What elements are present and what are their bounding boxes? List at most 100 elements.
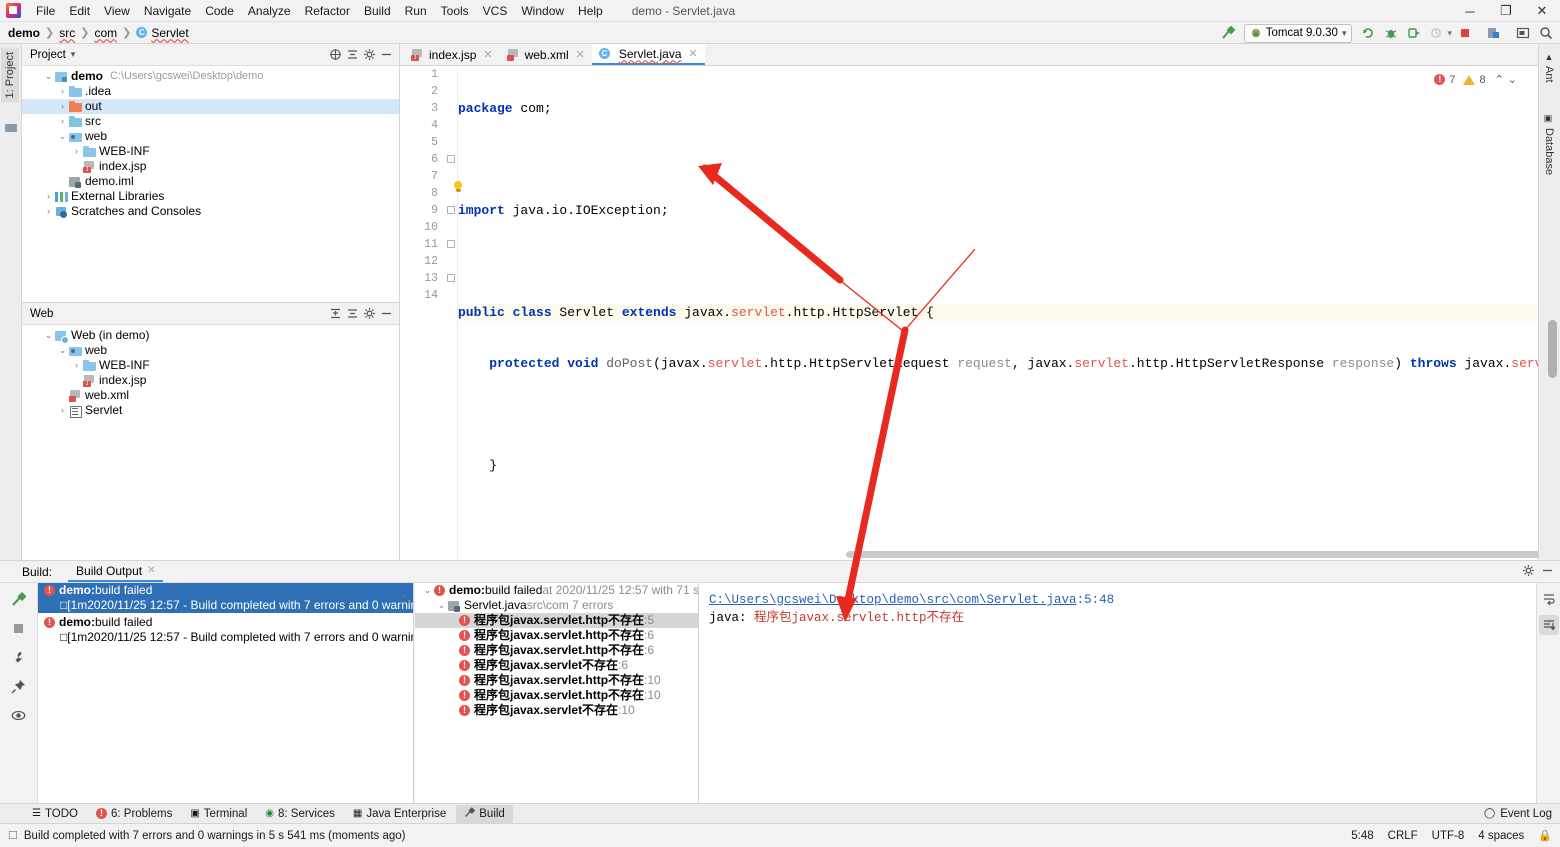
tab-index-jsp[interactable]: index.jsp ✕ bbox=[404, 44, 500, 65]
eye-icon[interactable] bbox=[9, 705, 29, 725]
build-tree-error[interactable]: ! 程序包javax.servlet.http不存在 :6 bbox=[415, 628, 698, 643]
bottom-tab-problems[interactable]: ! 6: Problems bbox=[88, 805, 180, 823]
build-tree-file[interactable]: ⌄ Servlet.java src\com 7 errors bbox=[415, 598, 698, 613]
menu-edit[interactable]: Edit bbox=[62, 1, 97, 21]
menu-refactor[interactable]: Refactor bbox=[298, 1, 357, 21]
menu-help[interactable]: Help bbox=[571, 1, 610, 21]
expand-icon[interactable] bbox=[327, 305, 344, 322]
fold-marker-icon[interactable] bbox=[447, 240, 455, 248]
expand-arrow-icon[interactable]: ⌄ bbox=[56, 343, 69, 358]
tree-node-external-libraries[interactable]: › External Libraries bbox=[22, 189, 399, 204]
chevron-down-icon[interactable]: ▾ bbox=[1447, 28, 1452, 39]
build-tree-error[interactable]: ! 程序包javax.servlet.http不存在 :10 bbox=[415, 673, 698, 688]
tree-node-web[interactable]: ⌄ web bbox=[22, 129, 399, 144]
bottom-tab-todo[interactable]: ☰ TODO bbox=[24, 805, 86, 823]
bottom-tab-java-enterprise[interactable]: ▦ Java Enterprise bbox=[345, 805, 454, 823]
collapse-entry-icon[interactable]: ⌄ bbox=[400, 588, 409, 601]
tree-node-demo[interactable]: ⌄ demo C:\Users\gcswei\Desktop\demo bbox=[22, 69, 399, 84]
collapse-all-icon[interactable] bbox=[344, 305, 361, 322]
build-detail-path-line[interactable]: C:\Users\gcswei\Desktop\demo\src\com\Ser… bbox=[709, 590, 1536, 609]
tab-servlet-java[interactable]: C Servlet.java ✕ bbox=[592, 44, 705, 65]
pin-icon[interactable] bbox=[9, 676, 29, 696]
tree-node-scratches[interactable]: › Scratches and Consoles bbox=[22, 204, 399, 219]
expand-arrow-icon[interactable]: › bbox=[70, 358, 83, 373]
tree-node-servlet[interactable]: › Servlet bbox=[22, 403, 399, 418]
caret-position[interactable]: 5:48 bbox=[1351, 830, 1373, 842]
locate-icon[interactable] bbox=[327, 46, 344, 63]
fold-marker-icon[interactable] bbox=[447, 155, 455, 163]
menu-code[interactable]: Code bbox=[198, 1, 241, 21]
expand-arrow-icon[interactable]: › bbox=[56, 84, 69, 99]
build-error-tree[interactable]: ⌄ ! demo: build failed at 2020/11/25 12:… bbox=[415, 583, 699, 814]
search-everywhere-icon[interactable] bbox=[1536, 23, 1556, 43]
menu-analyze[interactable]: Analyze bbox=[241, 1, 298, 21]
expand-arrow-icon[interactable]: › bbox=[56, 99, 69, 114]
build-entry-detail[interactable]: □[1m2020/11/25 12:57 - Build completed w… bbox=[38, 598, 413, 613]
rerun-icon[interactable] bbox=[1358, 23, 1378, 43]
settings-gear-icon[interactable] bbox=[361, 46, 378, 63]
build-tree-error[interactable]: ! 程序包javax.servlet.http不存在 :5 bbox=[415, 613, 698, 628]
menu-file[interactable]: File bbox=[29, 1, 62, 21]
fold-marker-icon[interactable] bbox=[447, 206, 455, 214]
chevron-down-icon[interactable]: ▾ bbox=[71, 49, 76, 60]
menu-view[interactable]: View bbox=[97, 1, 137, 21]
editor-horizontal-scrollbar[interactable] bbox=[846, 551, 1538, 558]
hide-icon[interactable] bbox=[378, 46, 395, 63]
build-output-list[interactable]: ! demo: build failed □[1m2020/11/25 12:5… bbox=[38, 583, 414, 814]
scroll-to-end-icon[interactable] bbox=[1539, 615, 1559, 635]
project-panel-title-group[interactable]: Project ▾ bbox=[30, 49, 327, 61]
tree-node-demoiml[interactable]: demo.iml bbox=[22, 174, 399, 189]
wrench-icon[interactable] bbox=[9, 647, 29, 667]
menu-window[interactable]: Window bbox=[514, 1, 571, 21]
file-path-link[interactable]: C:\Users\gcswei\Desktop\demo\src\com\Ser… bbox=[709, 593, 1077, 607]
inspection-summary-badge[interactable]: ! 7 8 ⌃ ⌄ bbox=[1431, 72, 1520, 87]
sidebar-item-project[interactable]: 1: Project bbox=[1, 48, 19, 102]
tab-web-xml[interactable]: web.xml ✕ bbox=[500, 44, 592, 65]
code-folding-gutter[interactable] bbox=[444, 66, 458, 560]
build-entry-title[interactable]: ! demo: build failed bbox=[38, 615, 413, 630]
file-encoding[interactable]: UTF-8 bbox=[1432, 830, 1465, 842]
indent-setting[interactable]: 4 spaces bbox=[1478, 830, 1524, 842]
menu-vcs[interactable]: VCS bbox=[476, 1, 515, 21]
line-separator[interactable]: CRLF bbox=[1388, 830, 1418, 842]
build-entry-detail[interactable]: □[1m2020/11/25 12:57 - Build completed w… bbox=[38, 630, 413, 645]
tree-node-webxml[interactable]: web.xml bbox=[22, 388, 399, 403]
code-text[interactable]: package com; import java.io.IOException;… bbox=[458, 66, 1538, 560]
build-hammer-icon[interactable] bbox=[1218, 23, 1238, 43]
prev-problem-icon[interactable]: ⌃ bbox=[1495, 73, 1504, 86]
breadcrumb-servlet[interactable]: Servlet bbox=[151, 26, 188, 40]
expand-arrow-icon[interactable]: › bbox=[42, 189, 55, 204]
build-tree-error[interactable]: ! 程序包javax.servlet.http不存在 :6 bbox=[415, 643, 698, 658]
sidebar-item-database[interactable]: ▣ Database bbox=[1540, 110, 1558, 179]
expand-arrow-icon[interactable]: ⌄ bbox=[42, 69, 55, 84]
hide-icon[interactable] bbox=[1541, 564, 1554, 580]
menu-run[interactable]: Run bbox=[398, 1, 434, 21]
close-icon[interactable]: ✕ bbox=[576, 48, 585, 61]
build-tree-error[interactable]: ! 程序包javax.servlet不存在 :10 bbox=[415, 703, 698, 718]
bottom-tab-build[interactable]: Build bbox=[456, 805, 513, 823]
lock-icon[interactable]: 🔒 bbox=[1538, 829, 1552, 842]
expand-arrow-icon[interactable]: ⌄ bbox=[42, 328, 55, 343]
stop-icon[interactable] bbox=[9, 618, 29, 638]
close-icon[interactable]: ✕ bbox=[483, 48, 492, 61]
maximize-button[interactable]: ❐ bbox=[1488, 0, 1524, 22]
event-log-tab[interactable]: ◯ Event Log bbox=[1484, 808, 1552, 820]
tree-node-idea[interactable]: › .idea bbox=[22, 84, 399, 99]
settings-gear-icon[interactable] bbox=[361, 305, 378, 322]
profile-icon[interactable] bbox=[1427, 23, 1447, 43]
bottom-tab-services[interactable]: ◉ 8: Services bbox=[257, 805, 343, 823]
expand-arrow-icon[interactable]: › bbox=[56, 403, 69, 418]
close-icon[interactable]: ✕ bbox=[147, 565, 155, 576]
menu-tools[interactable]: Tools bbox=[434, 1, 476, 21]
build-entry-title[interactable]: ! demo: build failed bbox=[38, 583, 413, 598]
minimize-button[interactable]: ─ bbox=[1452, 0, 1488, 22]
hide-icon[interactable] bbox=[378, 305, 395, 322]
next-problem-icon[interactable]: ⌄ bbox=[1508, 73, 1517, 86]
bottom-tab-terminal[interactable]: ▣ Terminal bbox=[182, 805, 255, 823]
build-entry-1[interactable]: ! demo: build failed □[1m2020/11/25 12:5… bbox=[38, 583, 413, 613]
tree-node-out[interactable]: › out bbox=[22, 99, 399, 114]
tree-node-web-webinf[interactable]: › WEB-INF bbox=[22, 358, 399, 373]
debug-icon[interactable] bbox=[1381, 23, 1401, 43]
expand-arrow-icon[interactable]: › bbox=[42, 204, 55, 219]
run-with-coverage-icon[interactable] bbox=[1404, 23, 1424, 43]
